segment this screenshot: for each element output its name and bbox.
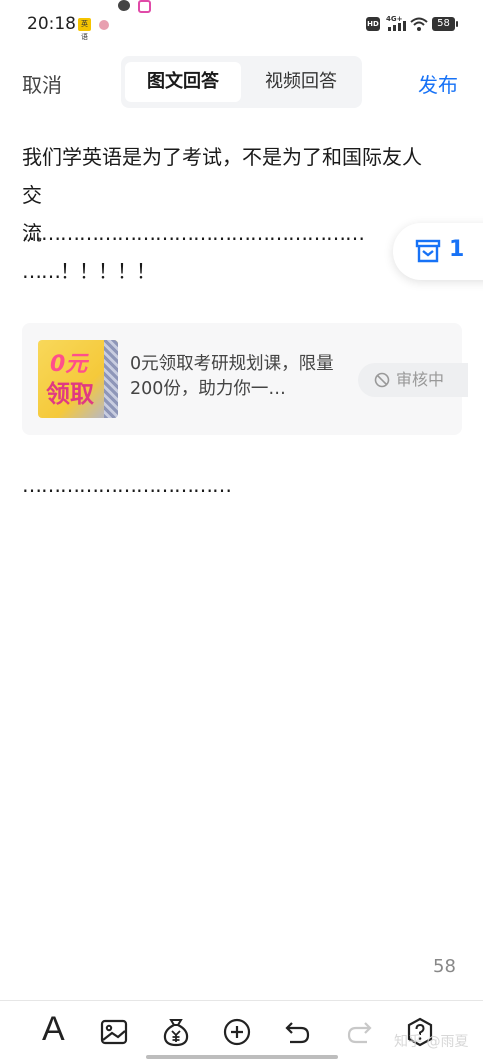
- font-icon: A: [42, 1010, 65, 1048]
- cancel-button[interactable]: 取消: [22, 69, 62, 98]
- notification-dot-icon: [99, 20, 109, 30]
- add-icon[interactable]: [219, 1014, 255, 1050]
- embedded-link-card[interactable]: 0元 领取 0元领取考研规划课，限量200份，助力你一… 审核中: [22, 323, 468, 435]
- thumbnail-stripe: [104, 340, 118, 418]
- publish-button[interactable]: 发布: [418, 69, 458, 98]
- home-indicator: [146, 1055, 338, 1059]
- review-status-label: 审核中: [396, 370, 445, 389]
- review-status-badge: 审核中: [358, 363, 468, 397]
- image-icon[interactable]: [96, 1014, 132, 1050]
- card-thumbnail: 0元 领取: [38, 340, 118, 418]
- undo-icon[interactable]: [280, 1014, 316, 1050]
- network-type-label: 4G+: [386, 15, 403, 23]
- draft-box-icon: [415, 239, 441, 263]
- tab-image-text-answer[interactable]: 图文回答: [125, 62, 241, 102]
- camera-app-icon: [138, 0, 151, 13]
- chat-bubble-icon: [118, 0, 130, 11]
- thumbnail-text-line2: 领取: [46, 380, 94, 408]
- font-format-button[interactable]: A: [38, 1010, 74, 1050]
- watermark: 知乎 @雨夏: [394, 1034, 469, 1050]
- wifi-icon: [410, 17, 428, 31]
- english-app-icon: 英语: [78, 18, 91, 41]
- word-count: 58: [433, 956, 456, 977]
- card-title: 0元领取考研规划课，限量200份，助力你一…: [130, 354, 334, 399]
- ban-icon: [374, 372, 390, 388]
- draft-count: 1: [449, 237, 465, 262]
- reward-icon[interactable]: [158, 1014, 194, 1050]
- battery-icon: 58: [432, 17, 458, 31]
- draft-box-badge[interactable]: 1: [393, 223, 483, 280]
- tab-video-answer[interactable]: 视频回答: [243, 62, 359, 102]
- redo-icon[interactable]: [341, 1014, 377, 1050]
- answer-paragraph-3[interactable]: ……………………………: [22, 466, 422, 504]
- signal-icon: 4G+: [386, 15, 406, 31]
- status-time: 20:18: [27, 14, 76, 34]
- hd-icon: HD: [366, 17, 380, 31]
- toolbar-divider: [0, 1000, 483, 1001]
- answer-paragraph-2[interactable]: ……………………………………………… ……！！！！！: [22, 214, 422, 290]
- answer-type-tabs: 图文回答 视频回答: [121, 56, 362, 108]
